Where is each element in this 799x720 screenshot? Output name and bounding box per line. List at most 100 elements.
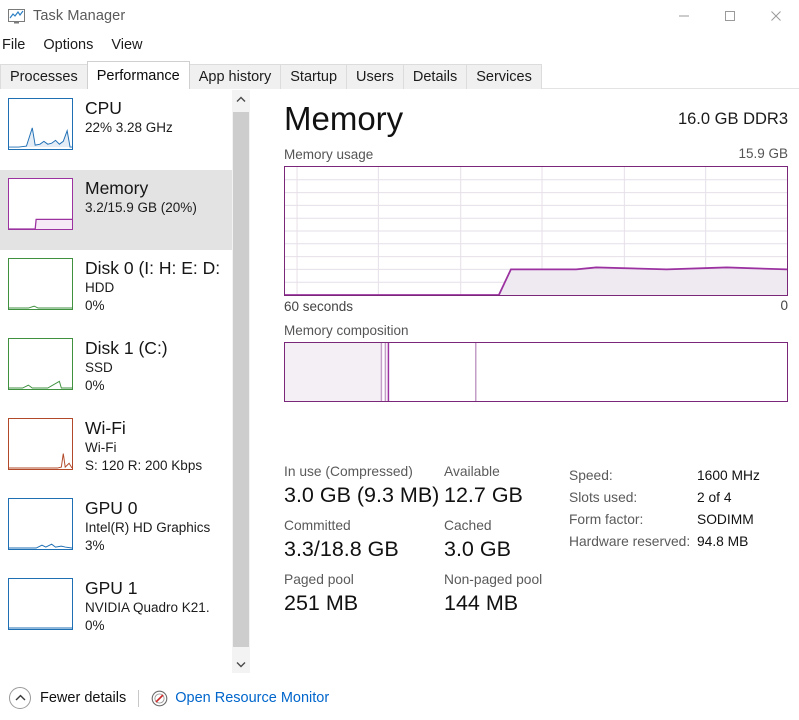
memory-details: Speed: 1600 MHz Slots used: 2 of 4 Form … [569, 462, 799, 624]
stat-label: Non-paged pool [444, 572, 543, 587]
sidebar-item-cpu[interactable]: CPU 22% 3.28 GHz [0, 90, 232, 170]
memory-composition-bar[interactable] [284, 342, 788, 402]
tab-details[interactable]: Details [402, 64, 468, 89]
sidebar-item-sub1: NVIDIA Quadro K21. [85, 600, 210, 615]
detail-slots-used: Slots used: 2 of 4 [569, 487, 799, 509]
stat-value: 3.0 GB (9.3 MB) [284, 483, 440, 507]
sidebar-item-gpu-0[interactable]: GPU 0 Intel(R) HD Graphics 3% [0, 490, 232, 570]
sidebar-item-label: CPU [85, 98, 122, 118]
menu-item-view[interactable]: View [102, 35, 151, 55]
status-bar: Fewer details Open Resource Monitor [0, 676, 799, 720]
chevron-up-circle-icon[interactable] [9, 687, 31, 709]
gpu0-thumbnail-graph [8, 498, 73, 550]
sidebar-item-label: GPU 0 [85, 498, 138, 518]
sidebar-item-label: Wi-Fi [85, 418, 126, 438]
title-bar: Task Manager [0, 0, 799, 32]
detail-key: Form factor: [569, 512, 644, 527]
stat-non-paged-pool: Non-paged pool 144 MB [444, 570, 569, 617]
sidebar-item-gpu-1[interactable]: GPU 1 NVIDIA Quadro K21. 0% [0, 570, 232, 650]
menu-item-options[interactable]: Options [34, 35, 102, 55]
tab-processes[interactable]: Processes [0, 64, 88, 89]
task-manager-window: Task Manager File Options View Processes… [0, 0, 799, 720]
open-resource-monitor-link[interactable]: Open Resource Monitor [175, 690, 329, 706]
resource-monitor-icon [151, 690, 168, 707]
sidebar-item-disk-0[interactable]: Disk 0 (I: H: E: D: HDD 0% [0, 250, 232, 330]
memory-usage-max: 15.9 GB [738, 146, 788, 161]
sidebar-item-label: GPU 1 [85, 578, 138, 598]
gpu1-thumbnail-graph [8, 578, 73, 630]
sidebar-item-sub1: Wi-Fi [85, 440, 117, 455]
tab-startup[interactable]: Startup [280, 64, 348, 89]
stat-row: Committed 3.3/18.8 GB Cached 3.0 GB [284, 516, 569, 563]
sidebar-item-wifi[interactable]: Wi-Fi Wi-Fi S: 120 R: 200 Kbps [0, 410, 232, 490]
fewer-details-button[interactable]: Fewer details [40, 690, 126, 706]
tab-app-history[interactable]: App history [188, 64, 282, 89]
minimize-icon[interactable] [661, 0, 707, 32]
chevron-up-icon[interactable] [232, 90, 250, 108]
stat-in-use: In use (Compressed) 3.0 GB (9.3 MB) [284, 462, 444, 509]
sidebar-item-sub2: S: 120 R: 200 Kbps [85, 458, 203, 473]
status-divider [138, 689, 140, 707]
menu-bar: File Options View [0, 33, 799, 57]
maximize-icon[interactable] [707, 0, 753, 32]
sidebar-item-sub1: Intel(R) HD Graphics [85, 520, 211, 535]
disk0-thumbnail-graph [8, 258, 73, 310]
detail-key: Hardware reserved: [569, 534, 691, 549]
detail-value: 2 of 4 [697, 490, 732, 505]
stat-label: Cached [444, 518, 492, 533]
stat-paged-pool: Paged pool 251 MB [284, 570, 444, 617]
sidebar-item-sub2: 0% [85, 298, 105, 313]
axis-label-left: 60 seconds [284, 299, 354, 314]
sidebar-item-sub1: SSD [85, 360, 113, 375]
detail-speed: Speed: 1600 MHz [569, 465, 799, 487]
sidebar-item-disk-1[interactable]: Disk 1 (C:) SSD 0% [0, 330, 232, 410]
wifi-thumbnail-graph [8, 418, 73, 470]
stat-row: Paged pool 251 MB Non-paged pool 144 MB [284, 570, 569, 617]
stat-value: 251 MB [284, 591, 359, 615]
close-icon[interactable] [753, 0, 799, 32]
memory-thumbnail-graph [8, 178, 73, 230]
memory-usage-graph [284, 166, 788, 296]
axis-label-right: 0 [780, 298, 788, 313]
detail-form-factor: Form factor: SODIMM [569, 509, 799, 531]
stat-label: In use (Compressed) [284, 464, 413, 479]
memory-composition-header: Memory composition [284, 322, 788, 340]
memory-spec: 16.0 GB DDR3 [677, 110, 788, 128]
stat-row: In use (Compressed) 3.0 GB (9.3 MB) Avai… [284, 462, 569, 509]
stat-label: Paged pool [284, 572, 354, 587]
sidebar-item-label: Memory [85, 178, 149, 198]
tab-users[interactable]: Users [346, 64, 404, 89]
tab-services[interactable]: Services [466, 64, 542, 89]
stat-committed: Committed 3.3/18.8 GB [284, 516, 444, 563]
sidebar-scrollbar[interactable] [232, 90, 250, 673]
memory-usage-axis: 60 seconds 0 [284, 298, 788, 316]
stat-value: 3.0 GB [444, 537, 511, 561]
detail-key: Slots used: [569, 490, 638, 505]
sidebar-item-sub1: 3.2/15.9 GB (20%) [85, 200, 197, 215]
tab-performance[interactable]: Performance [86, 61, 190, 89]
performance-sidebar[interactable]: CPU 22% 3.28 GHz Memory 3.2/15.9 GB (20%… [0, 90, 232, 673]
memory-usage-label: Memory usage [284, 147, 374, 162]
sidebar-item-label: Disk 0 (I: H: E: D: [85, 258, 221, 278]
stat-value: 12.7 GB [444, 483, 523, 507]
memory-usage-header: Memory usage 15.9 GB [284, 146, 788, 164]
scrollbar-thumb[interactable] [233, 112, 249, 647]
sidebar-item-memory[interactable]: Memory 3.2/15.9 GB (20%) [0, 170, 232, 250]
menu-item-file[interactable]: File [0, 35, 34, 55]
memory-composition-label: Memory composition [284, 323, 409, 338]
sidebar-item-sub2: 0% [85, 618, 105, 633]
cpu-thumbnail-graph [8, 98, 73, 150]
sidebar-item-sub2: 0% [85, 378, 105, 393]
detail-value: 94.8 MB [697, 534, 749, 549]
detail-value: 1600 MHz [697, 468, 760, 483]
sidebar-item-sub1: 22% 3.28 GHz [85, 120, 173, 135]
disk1-thumbnail-graph [8, 338, 73, 390]
chevron-down-icon[interactable] [232, 655, 250, 673]
sidebar-item-sub1: HDD [85, 280, 115, 295]
sidebar-item-sub2: 3% [85, 538, 105, 553]
memory-stats-left: In use (Compressed) 3.0 GB (9.3 MB) Avai… [284, 462, 569, 624]
window-title: Task Manager [33, 8, 126, 24]
stat-label: Committed [284, 518, 351, 533]
memory-panel: Memory 16.0 GB DDR3 Memory usage 15.9 GB [252, 90, 799, 673]
stat-cached: Cached 3.0 GB [444, 516, 569, 563]
